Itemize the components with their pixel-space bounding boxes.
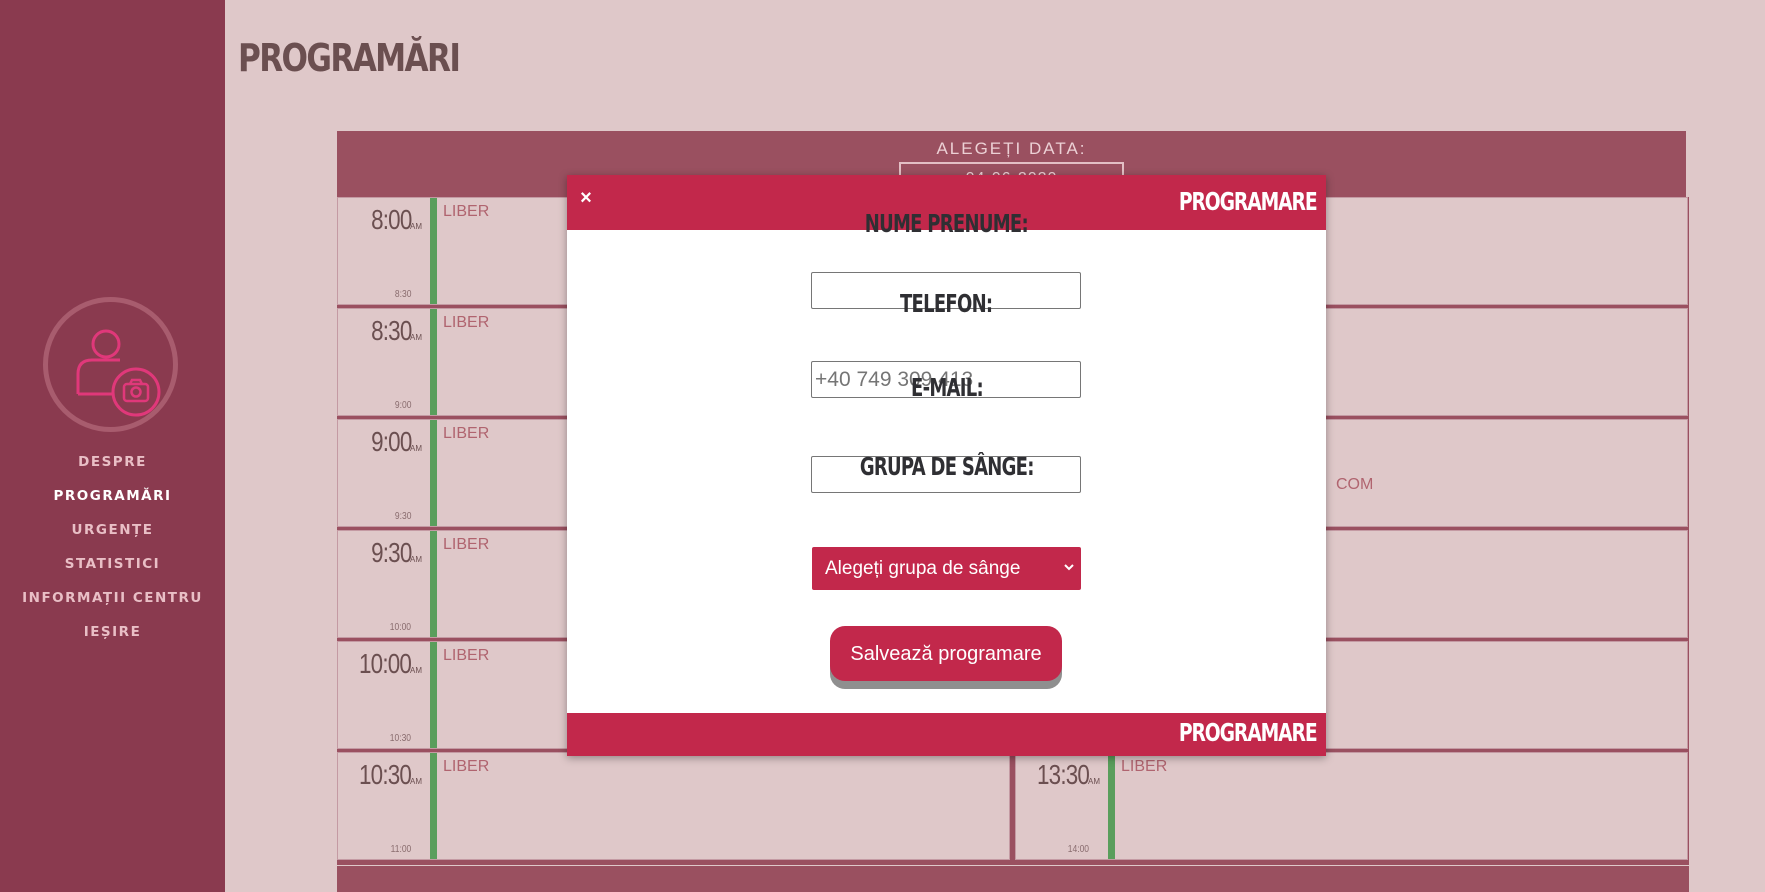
time-slot[interactable]: 13:30 AM 14:00 LIBER (1015, 752, 1688, 860)
slot-free-indicator (430, 420, 437, 526)
slot-end-time: 8:30 (394, 289, 411, 300)
slot-status: LIBER (443, 203, 490, 220)
slot-status: LIBER (443, 647, 490, 664)
slot-start-time: 8:30 (370, 315, 412, 346)
nav-item-despre[interactable]: DESPRE (0, 450, 225, 484)
slot-extra-text: COM (1336, 476, 1374, 493)
slot-end-time: 11:00 (390, 844, 411, 855)
nav-item-programari[interactable]: PROGRAMĂRI (0, 484, 225, 518)
slot-end-time: 14:00 (1067, 844, 1089, 855)
slot-status: LIBER (443, 758, 490, 775)
slot-free-indicator (430, 198, 437, 304)
slot-ampm: AM (410, 555, 422, 564)
email-label: E-MAIL: (910, 373, 984, 402)
slot-status: LIBER (443, 536, 490, 553)
slot-end-time: 9:30 (394, 511, 411, 522)
user-camera-icon (76, 329, 161, 417)
modal-footer: PROGRAMARE (567, 713, 1326, 756)
slot-ampm: AM (410, 333, 422, 342)
slot-end-time: 9:00 (394, 400, 411, 411)
slot-start-time: 8:00 (370, 204, 412, 235)
slot-status: LIBER (443, 425, 490, 442)
nav-item-informatii-centru[interactable]: INFORMAȚII CENTRU (0, 586, 225, 620)
slot-start-time: 9:00 (370, 426, 412, 457)
slot-start-time: 9:30 (370, 537, 412, 568)
date-label: ALEGEȚI DATA: (936, 139, 1087, 158)
save-appointment-button[interactable]: Salvează programare (830, 626, 1062, 681)
phone-label: TELEFON: (900, 289, 993, 318)
sidebar: DESPRE PROGRAMĂRI URGENȚE STATISTICI INF… (0, 0, 225, 892)
slot-status: LIBER (1121, 758, 1168, 775)
slot-ampm: AM (410, 777, 422, 786)
slot-free-indicator (430, 642, 437, 748)
slot-ampm: AM (410, 666, 422, 675)
slot-ampm: AM (410, 444, 422, 453)
blood-group-select-value: Alegeți grupa de sânge (825, 558, 1021, 579)
nav-item-urgente[interactable]: URGENȚE (0, 518, 225, 552)
slot-end-time: 10:30 (389, 733, 411, 744)
slot-start-time: 10:30 (358, 759, 412, 790)
name-label: NUME PRENUME: (864, 209, 1029, 238)
time-slot[interactable]: 10:30 AM 11:00 LIBER (337, 752, 1010, 860)
close-icon[interactable]: × (576, 188, 596, 208)
slot-end-time: 10:00 (389, 622, 411, 633)
slot-free-indicator (430, 309, 437, 415)
slot-free-indicator (430, 531, 437, 637)
avatar[interactable] (43, 297, 178, 432)
modal-footer-title: PROGRAMARE (1178, 718, 1317, 747)
sidebar-nav: DESPRE PROGRAMĂRI URGENȚE STATISTICI INF… (0, 450, 225, 654)
slot-ampm: AM (1088, 777, 1100, 786)
blood-group-label: GRUPA DE SÂNGE: (859, 452, 1035, 481)
slot-start-time: 13:30 (1036, 759, 1090, 790)
slot-free-indicator (1108, 753, 1115, 859)
page-title: PROGRAMĂRI (238, 36, 461, 80)
calendar-footer (337, 866, 1689, 892)
slot-status: LIBER (443, 314, 490, 331)
slot-free-indicator (430, 753, 437, 859)
slot-start-time: 10:00 (358, 648, 412, 679)
nav-item-iesire[interactable]: IEȘIRE (0, 620, 225, 654)
chevron-down-icon (1062, 556, 1076, 584)
slot-ampm: AM (410, 222, 422, 231)
appointment-modal: × PROGRAMARE NUME PRENUME: TELEFON: E-MA… (567, 175, 1326, 756)
blood-group-select[interactable]: Alegeți grupa de sânge (812, 547, 1081, 590)
nav-item-statistici[interactable]: STATISTICI (0, 552, 225, 586)
